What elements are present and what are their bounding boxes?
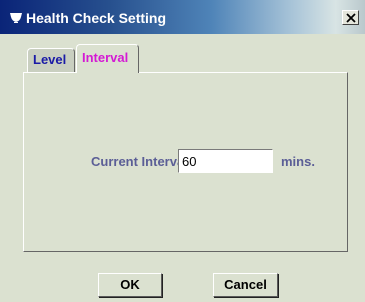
close-button[interactable] (342, 10, 359, 25)
tab-interval[interactable]: Interval (76, 44, 139, 73)
ok-button[interactable]: OK (98, 273, 162, 297)
cancel-button[interactable]: Cancel (213, 273, 278, 297)
java-cup-icon (9, 11, 23, 23)
current-interval-label: Current Interval: (91, 154, 193, 169)
title-bar[interactable]: Health Check Setting (0, 0, 365, 34)
interval-unit-label: mins. (281, 154, 315, 169)
interval-input[interactable] (178, 149, 273, 173)
tab-level-label: Level (33, 52, 67, 67)
tab-interval-label: Interval (82, 50, 129, 65)
tab-level[interactable]: Level (27, 48, 75, 72)
window-title: Health Check Setting (26, 10, 167, 26)
health-check-dialog: Health Check Setting Level Interval Curr… (0, 0, 365, 302)
close-icon (346, 13, 356, 23)
